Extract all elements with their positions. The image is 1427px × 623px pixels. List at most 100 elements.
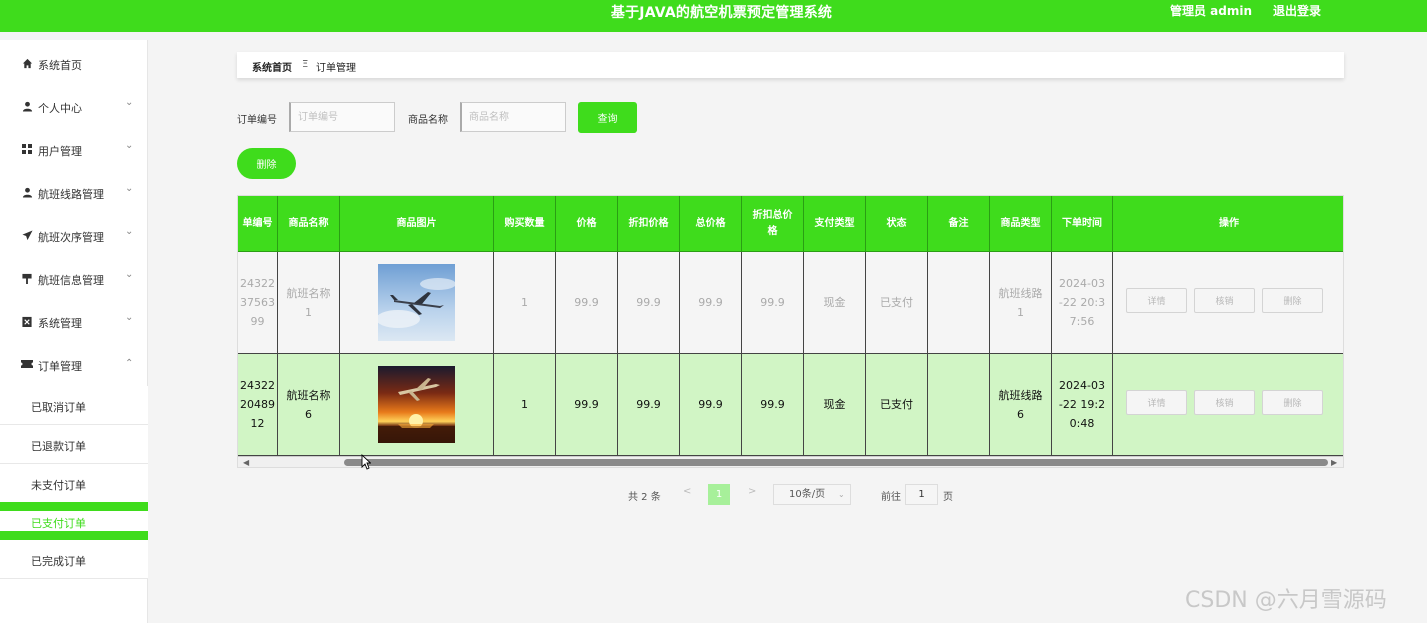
column-header: 商品类型 [990, 196, 1052, 252]
pagination-goto-input[interactable] [905, 484, 938, 505]
send-icon [21, 229, 33, 241]
top-header: 基于JAVA的航空机票预定管理系统 管理员 admin 退出登录 [0, 0, 1427, 32]
goods-image-cell [340, 252, 494, 354]
sidebar-item-label: 系统管理 [38, 317, 82, 330]
remark-cell [928, 252, 990, 354]
column-header: 备注 [928, 196, 990, 252]
orders-table: 单编号 商品名称 商品图片 购买数量 价格 折扣价格 总价格 折扣总价格 支付类… [237, 195, 1344, 468]
order-no-cell: 24322 20489 12 [238, 354, 278, 456]
plane-sunset-image [378, 366, 455, 443]
column-header: 操作 [1113, 196, 1343, 252]
verify-button[interactable]: 核销 [1194, 288, 1255, 313]
order-no-input[interactable] [289, 102, 395, 132]
scrollbar-thumb[interactable] [344, 459, 1328, 466]
discount-total-cell: 99.9 [742, 354, 804, 456]
verify-button[interactable]: 核销 [1194, 390, 1255, 415]
watermark: CSDN @六月雪源码 [1185, 588, 1387, 613]
sidebar-item-user-management[interactable]: 用户管理 ⌄ [0, 128, 148, 171]
sidebar-item-label: 系统首页 [38, 59, 82, 72]
sidebar-item-flight-info-management[interactable]: 航班信息管理 ⌄ [0, 257, 148, 300]
status-cell: 已支付 [866, 354, 928, 456]
sidebar-item-system-management[interactable]: 系统管理 ⌄ [0, 300, 148, 343]
operations-cell: 详情 核销 删除 [1113, 252, 1343, 354]
qty-cell: 1 [494, 354, 556, 456]
breadcrumb-current: 订单管理 [316, 63, 356, 74]
status-cell: 已支付 [866, 252, 928, 354]
chevron-down-icon: ⌄ [125, 226, 134, 237]
chevron-down-icon: ⌄ [125, 140, 134, 151]
remark-cell [928, 354, 990, 456]
page-size-value: 10条/页 [789, 489, 826, 500]
sidebar-item-label: 航班信息管理 [38, 274, 104, 287]
total-price-cell: 99.9 [680, 252, 742, 354]
column-header: 商品图片 [340, 196, 494, 252]
column-header: 总价格 [680, 196, 742, 252]
price-cell: 99.9 [556, 354, 618, 456]
pagination-page-unit: 页 [943, 492, 953, 503]
breadcrumb: 系统首页 Ξ 订单管理 [237, 52, 1344, 78]
sidebar-item-sequence-management[interactable]: 航班次序管理 ⌄ [0, 214, 148, 257]
order-time-cell: 2024-03 -22 20:3 7:56 [1052, 252, 1113, 354]
pay-type-cell: 现金 [804, 252, 866, 354]
column-header: 价格 [556, 196, 618, 252]
sidebar-item-route-management[interactable]: 航班线路管理 ⌄ [0, 171, 148, 214]
table-horizontal-scrollbar[interactable]: ◀ ▶ [238, 456, 1343, 467]
admin-user-label[interactable]: 管理员 admin [1170, 2, 1252, 19]
page-size-select[interactable]: 10条/页 ⌄ [773, 484, 851, 505]
column-header: 状态 [866, 196, 928, 252]
pagination-goto-label: 前往 [881, 492, 901, 503]
logout-link[interactable]: 退出登录 [1273, 2, 1321, 19]
query-button[interactable]: 查询 [578, 102, 637, 133]
sidebar-subitem-cancelled-orders[interactable]: 已取消订单 [0, 386, 148, 425]
goods-name-cell: 航班名称 1 [278, 252, 340, 354]
order-time-cell: 2024-03 -22 19:2 0:48 [1052, 354, 1113, 456]
scroll-right-icon[interactable]: ▶ [1331, 458, 1337, 467]
user-icon [21, 100, 33, 112]
ticket-icon [21, 358, 33, 370]
sidebar-subitem-paid-orders[interactable]: 已支付订单 [0, 511, 148, 531]
pagination-prev-button[interactable]: < [683, 486, 691, 497]
sidebar-subitem-refunded-orders[interactable]: 已退款订单 [0, 425, 148, 464]
row-delete-button[interactable]: 删除 [1262, 390, 1323, 415]
breadcrumb-separator: Ξ [302, 59, 309, 70]
chevron-down-icon: ⌄ [125, 269, 134, 280]
breadcrumb-home-link[interactable]: 系统首页 [252, 59, 292, 74]
discount-total-cell: 99.9 [742, 252, 804, 354]
column-header: 折扣总价格 [742, 196, 804, 252]
goods-image-cell [340, 354, 494, 456]
detail-button[interactable]: 详情 [1126, 390, 1187, 415]
total-price-cell: 99.9 [680, 354, 742, 456]
qty-cell: 1 [494, 252, 556, 354]
chevron-down-icon: ⌄ [125, 312, 134, 323]
pagination-page-1[interactable]: 1 [708, 484, 730, 505]
mouse-cursor-icon [361, 454, 371, 470]
column-header: 单编号 [238, 196, 278, 252]
row-delete-button[interactable]: 删除 [1262, 288, 1323, 313]
column-header: 折扣价格 [618, 196, 680, 252]
batch-delete-button[interactable]: 删除 [237, 148, 296, 179]
sidebar-subitem-completed-orders[interactable]: 已完成订单 [0, 540, 148, 579]
scroll-left-icon[interactable]: ◀ [243, 458, 249, 467]
chevron-down-icon: ⌄ [838, 490, 845, 499]
pagination-next-button[interactable]: > [748, 486, 756, 497]
column-header: 下单时间 [1052, 196, 1113, 252]
sidebar-item-order-management[interactable]: 订单管理 ⌃ [0, 343, 148, 386]
flag-icon [21, 272, 33, 284]
price-cell: 99.9 [556, 252, 618, 354]
sidebar-item-label: 航班线路管理 [38, 188, 104, 201]
home-icon [21, 57, 33, 69]
chevron-down-icon: ⌄ [125, 97, 134, 108]
sidebar-item-label: 个人中心 [38, 102, 82, 115]
goods-name-input[interactable] [460, 102, 566, 132]
sidebar-item-personal-center[interactable]: 个人中心 ⌄ [0, 85, 148, 128]
sidebar-item-home[interactable]: 系统首页 [0, 42, 148, 85]
active-indicator-top [0, 502, 148, 511]
delete-icon [21, 315, 33, 327]
column-header: 商品名称 [278, 196, 340, 252]
discount-price-cell: 99.9 [618, 252, 680, 354]
chevron-down-icon: ⌄ [125, 183, 134, 194]
sidebar-subitem-unpaid-orders[interactable]: 未支付订单 [0, 464, 148, 503]
column-header: 购买数量 [494, 196, 556, 252]
operations-cell: 详情 核销 删除 [1113, 354, 1343, 456]
detail-button[interactable]: 详情 [1126, 288, 1187, 313]
